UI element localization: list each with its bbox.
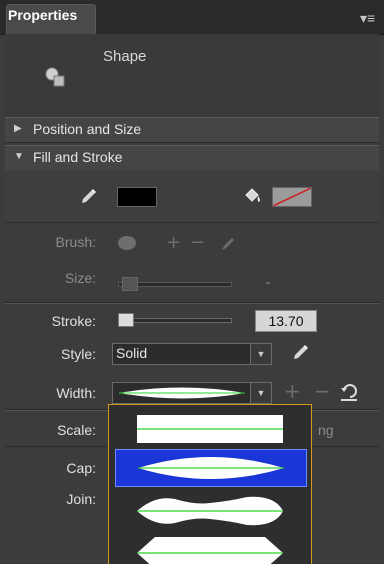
width-profile-option[interactable] (109, 489, 311, 531)
section-title: Fill and Stroke (33, 149, 123, 165)
tab-properties-label: Properties (8, 7, 78, 23)
width-profile-select[interactable]: ▼ (112, 382, 272, 404)
scale-label: Scale: (57, 422, 96, 438)
join-label: Join: (66, 491, 96, 507)
stroke-color-swatch[interactable] (272, 187, 312, 207)
paint-bucket-icon[interactable] (242, 185, 264, 207)
eyedropper-icon[interactable] (80, 187, 98, 205)
size-slider-marker (266, 282, 270, 284)
fill-color-swatch[interactable] (117, 187, 157, 207)
style-select-value: Solid (116, 345, 148, 361)
style-select[interactable]: Solid ▼ (112, 343, 272, 365)
scale-option-text: ng (318, 422, 334, 438)
shape-icon (44, 66, 66, 88)
divider (5, 303, 379, 304)
chevron-down-icon[interactable]: ▼ (250, 344, 271, 364)
brush-label: Brush: (55, 234, 96, 250)
width-profile-option[interactable] (109, 533, 311, 564)
fill-row (5, 170, 379, 223)
stroke-slider-thumb[interactable] (118, 313, 134, 327)
section-position-and-size[interactable]: ▶ Position and Size (5, 117, 379, 143)
panel-menu-icon[interactable]: ▾≡ (360, 10, 375, 27)
section-title: Position and Size (33, 121, 142, 137)
cap-label: Cap: (66, 460, 96, 476)
stroke-width-input[interactable]: 13.70 (255, 310, 317, 332)
collapse-triangle-icon[interactable]: ▼ (14, 151, 24, 162)
svg-text:+: + (284, 381, 301, 403)
chevron-down-icon[interactable]: ▼ (250, 383, 271, 403)
svg-text:−: − (190, 232, 205, 253)
svg-text:+: + (166, 232, 181, 253)
brush-controls: + − (116, 232, 246, 254)
size-slider-thumb (122, 277, 138, 291)
section-fill-and-stroke[interactable]: ▼ Fill and Stroke (5, 145, 379, 171)
svg-text:−: − (314, 381, 331, 403)
width-profile-option-selected[interactable] (115, 449, 307, 487)
width-label: Width: (56, 385, 96, 401)
width-profile-option[interactable] (109, 409, 311, 451)
element-type-label: Shape (103, 48, 147, 65)
style-label: Style: (60, 346, 96, 362)
width-profile-dropdown (108, 404, 312, 564)
expand-triangle-icon[interactable]: ▶ (14, 123, 22, 134)
stroke-eyedropper-icon[interactable] (292, 343, 310, 361)
width-profile-preview (119, 387, 245, 399)
stroke-slider-track[interactable] (120, 318, 232, 323)
size-label: Size: (64, 270, 96, 286)
stroke-label: Stroke: (51, 313, 96, 329)
width-tools: + − (284, 379, 364, 403)
